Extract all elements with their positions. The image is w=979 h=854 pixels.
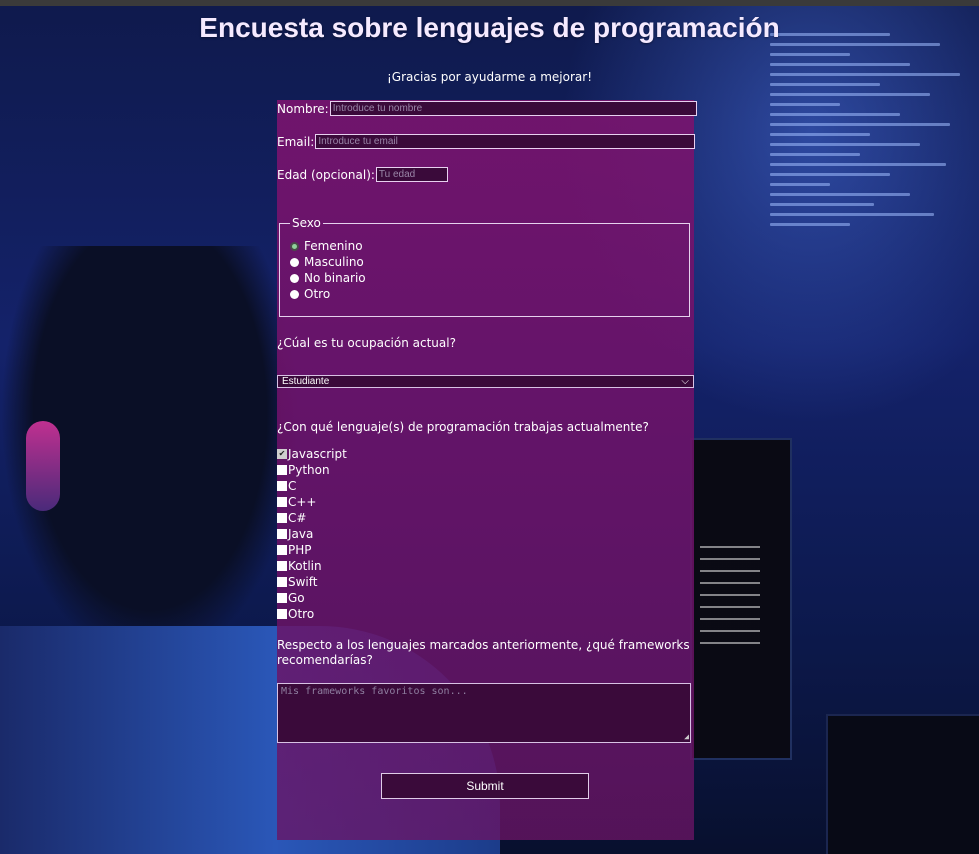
language-option[interactable]: C# (277, 510, 347, 526)
gender-option-label: No binario (304, 271, 366, 285)
name-field-row: Nombre: (277, 101, 697, 116)
page-subtitle: ¡Gracias por ayudarme a mejorar! (386, 70, 593, 84)
checkbox-checked[interactable]: ✔ (277, 449, 287, 459)
language-option-label: Otro (288, 607, 315, 621)
gender-option-masculino[interactable]: Masculino (290, 254, 689, 270)
radio-no-binario[interactable] (290, 273, 299, 283)
language-option[interactable]: Kotlin (277, 558, 347, 574)
language-option[interactable]: PHP (277, 542, 347, 558)
language-option[interactable]: Python (277, 462, 347, 478)
language-option-label: Go (288, 591, 305, 605)
resize-handle-icon[interactable]: ◢ (684, 732, 689, 741)
submit-button[interactable]: Submit (381, 773, 589, 799)
checkbox[interactable] (277, 609, 287, 619)
email-field-row: Email: (277, 134, 696, 149)
checkbox[interactable] (277, 529, 287, 539)
checkbox[interactable] (277, 545, 287, 555)
gender-option-label: Femenino (304, 239, 363, 253)
age-label: Edad (opcional): (277, 167, 375, 182)
radio-otro[interactable] (290, 289, 299, 299)
age-field-row: Edad (opcional): (277, 167, 448, 182)
language-option-label: Javascript (288, 447, 347, 461)
language-option[interactable]: Swift (277, 574, 347, 590)
background-headphone (26, 421, 60, 511)
background-monitor-chart (700, 546, 760, 646)
name-label: Nombre: (277, 101, 329, 116)
language-option-label: Swift (288, 575, 318, 589)
languages-question: ¿Con qué lenguaje(s) de programación tra… (277, 420, 649, 434)
language-option-label: Kotlin (288, 559, 322, 573)
radio-masculino[interactable] (290, 257, 299, 267)
checkbox[interactable] (277, 481, 287, 491)
gender-option-label: Masculino (304, 255, 364, 269)
language-option-label: PHP (288, 543, 312, 557)
language-option[interactable]: Otro (277, 606, 347, 622)
language-option-label: C# (288, 511, 307, 525)
age-input[interactable] (375, 167, 448, 182)
languages-checklist: ✔ Javascript Python C C++ C# Java PHP Kotlin Swif… (277, 446, 347, 622)
chevron-down-icon: ⌵ (681, 376, 689, 387)
gender-option-label: Otro (304, 287, 331, 301)
background-monitor-2 (826, 714, 979, 854)
occupation-question: ¿Cúal es tu ocupación actual? (277, 336, 456, 350)
language-option-label: C (288, 479, 297, 493)
gender-option-femenino[interactable]: Femenino (290, 238, 689, 254)
occupation-select[interactable]: Estudiante ⌵ (277, 375, 694, 388)
occupation-selected-value: Estudiante (282, 376, 330, 387)
gender-option-otro[interactable]: Otro (290, 286, 689, 302)
language-option-label: Java (288, 527, 314, 541)
gender-legend: Sexo (292, 216, 321, 230)
email-input[interactable] (315, 134, 696, 149)
page-title: Encuesta sobre lenguajes de programación (199, 12, 780, 43)
language-option[interactable]: ✔ Javascript (277, 446, 347, 462)
language-option[interactable]: C++ (277, 494, 347, 510)
checkbox[interactable] (277, 513, 287, 523)
name-input[interactable] (329, 101, 697, 116)
radio-femenino[interactable] (290, 241, 299, 251)
frameworks-textarea[interactable]: Mis frameworks favoritos son... ◢ (277, 683, 691, 743)
gender-fieldset: Sexo Femenino Masculino No binario Otro (279, 216, 690, 317)
language-option-label: Python (288, 463, 330, 477)
language-option[interactable]: C (277, 478, 347, 494)
checkbox[interactable] (277, 497, 287, 507)
frameworks-question: Respecto a los lenguajes marcados anteri… (277, 638, 690, 667)
language-option[interactable]: Go (277, 590, 347, 606)
email-label: Email: (277, 134, 315, 149)
checkbox[interactable] (277, 561, 287, 571)
language-option-label: C++ (288, 495, 317, 509)
frameworks-placeholder: Mis frameworks favoritos son... (281, 686, 468, 697)
checkbox[interactable] (277, 577, 287, 587)
language-option[interactable]: Java (277, 526, 347, 542)
checkbox[interactable] (277, 465, 287, 475)
checkbox[interactable] (277, 593, 287, 603)
gender-option-no-binario[interactable]: No binario (290, 270, 689, 286)
